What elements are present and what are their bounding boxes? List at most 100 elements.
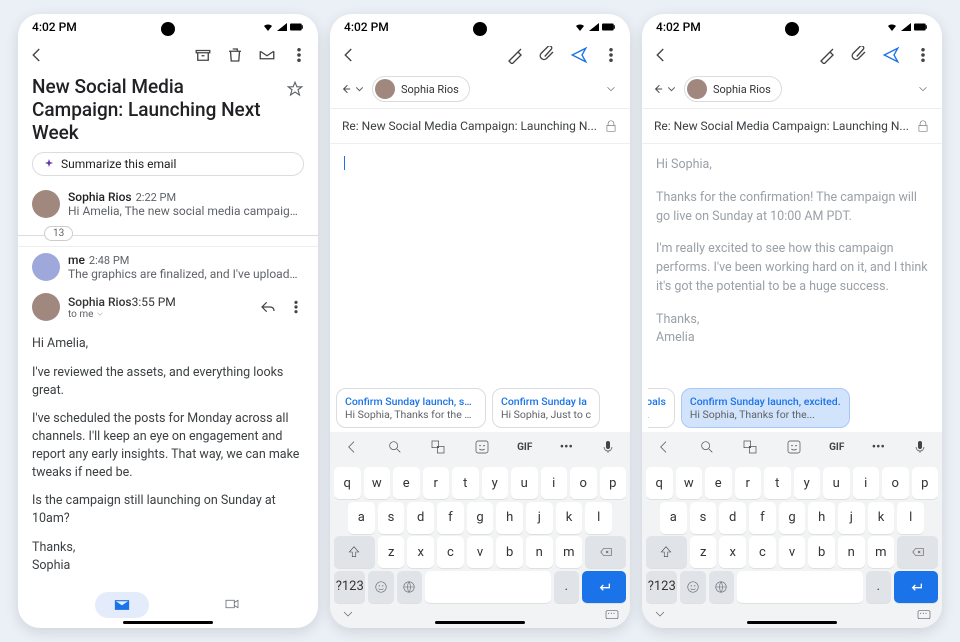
kb-more-button[interactable]: ••• (560, 440, 573, 455)
symbols-key[interactable]: ?123 (334, 571, 365, 603)
key-g[interactable]: g (467, 502, 494, 534)
enter-key[interactable] (894, 571, 938, 603)
meet-tab[interactable] (223, 595, 241, 616)
space-key[interactable] (737, 571, 863, 603)
smart-reply-suggestion[interactable]: y launch, ask goals o confirm, the... (648, 388, 675, 428)
emoji-key[interactable] (680, 571, 705, 603)
send-button[interactable] (882, 46, 900, 64)
chevron-down-icon[interactable] (340, 606, 356, 622)
key-z[interactable]: z (378, 536, 405, 568)
back-button[interactable] (652, 46, 670, 64)
mic-icon[interactable] (600, 439, 616, 455)
space-key[interactable] (425, 571, 551, 603)
recipients-row[interactable]: Sophia Rios (330, 70, 630, 109)
thread-item[interactable]: Sophia Rios2:22 PM Hi Amelia, The new so… (18, 184, 318, 224)
translate-icon[interactable] (742, 439, 758, 455)
symbols-key[interactable]: ?123 (646, 571, 677, 603)
key-b[interactable]: b (496, 536, 523, 568)
key-l[interactable]: l (585, 502, 612, 534)
message-more-button[interactable] (288, 299, 304, 315)
mic-icon[interactable] (912, 439, 928, 455)
key-l[interactable]: l (897, 502, 924, 534)
key-j[interactable]: j (526, 502, 553, 534)
key-r[interactable]: r (735, 467, 762, 499)
key-w[interactable]: w (676, 467, 703, 499)
period-key[interactable]: . (866, 571, 891, 603)
keyboard-icon[interactable] (916, 606, 932, 622)
globe-key[interactable] (397, 571, 422, 603)
key-g[interactable]: g (779, 502, 806, 534)
key-y[interactable]: y (482, 467, 509, 499)
sticker-icon[interactable] (786, 439, 802, 455)
key-a[interactable]: a (348, 502, 375, 534)
key-r[interactable]: r (423, 467, 450, 499)
home-indicator[interactable] (123, 621, 213, 624)
key-p[interactable]: p (912, 467, 939, 499)
key-u[interactable]: u (823, 467, 850, 499)
key-s[interactable]: s (378, 502, 405, 534)
key-t[interactable]: t (764, 467, 791, 499)
key-c[interactable]: c (749, 536, 776, 568)
key-w[interactable]: w (364, 467, 391, 499)
expand-recipients-icon[interactable] (604, 82, 618, 96)
shift-key[interactable] (646, 536, 687, 568)
key-u[interactable]: u (511, 467, 538, 499)
reply-type-button[interactable] (342, 80, 366, 98)
search-icon[interactable] (387, 439, 403, 455)
mail-tab[interactable] (95, 592, 149, 618)
chevron-down-icon[interactable] (652, 606, 668, 622)
key-x[interactable]: x (719, 536, 746, 568)
chevron-down-icon[interactable] (95, 309, 105, 319)
thread-item[interactable]: me2:48 PM The graphics are finalized, an… (18, 246, 318, 287)
smart-reply-suggestion-active[interactable]: Confirm Sunday launch, excited. Hi Sophi… (681, 388, 850, 428)
send-button[interactable] (570, 46, 588, 64)
key-i[interactable]: i (541, 467, 568, 499)
globe-key[interactable] (709, 571, 734, 603)
archive-button[interactable] (194, 46, 212, 64)
key-z[interactable]: z (690, 536, 717, 568)
backspace-key[interactable] (897, 536, 938, 568)
smart-reply-suggestion[interactable]: Confirm Sunday launch, sugge... Hi Sophi… (336, 388, 486, 428)
key-q[interactable]: q (334, 467, 361, 499)
key-v[interactable]: v (467, 536, 494, 568)
key-i[interactable]: i (853, 467, 880, 499)
search-icon[interactable] (699, 439, 715, 455)
translate-icon[interactable] (430, 439, 446, 455)
home-indicator[interactable] (747, 621, 837, 624)
key-c[interactable]: c (437, 536, 464, 568)
recipient-chip[interactable]: Sophia Rios (684, 76, 782, 102)
key-s[interactable]: s (690, 502, 717, 534)
key-t[interactable]: t (452, 467, 479, 499)
key-a[interactable]: a (660, 502, 687, 534)
key-o[interactable]: o (570, 467, 597, 499)
attach-button[interactable] (850, 46, 868, 64)
key-y[interactable]: y (794, 467, 821, 499)
reply-button[interactable] (260, 299, 276, 315)
key-v[interactable]: v (779, 536, 806, 568)
key-o[interactable]: o (882, 467, 909, 499)
key-e[interactable]: e (393, 467, 420, 499)
summarize-chip[interactable]: Summarize this email (32, 152, 304, 176)
compose-subject[interactable]: Re: New Social Media Campaign: Launching… (642, 109, 942, 144)
smart-reply-suggestion[interactable]: Confirm Sunday la Hi Sophia, Just to c (492, 388, 600, 428)
key-j[interactable]: j (838, 502, 865, 534)
recipient-chip[interactable]: Sophia Rios (372, 76, 470, 102)
key-n[interactable]: n (526, 536, 553, 568)
shift-key[interactable] (334, 536, 375, 568)
key-e[interactable]: e (705, 467, 732, 499)
home-indicator[interactable] (435, 621, 525, 624)
back-button[interactable] (28, 46, 46, 64)
key-m[interactable]: m (868, 536, 895, 568)
key-m[interactable]: m (556, 536, 583, 568)
more-button[interactable] (290, 46, 308, 64)
sticker-icon[interactable] (474, 439, 490, 455)
key-q[interactable]: q (646, 467, 673, 499)
backspace-key[interactable] (585, 536, 626, 568)
compose-subject[interactable]: Re: New Social Media Campaign: Launching… (330, 109, 630, 144)
key-p[interactable]: p (600, 467, 627, 499)
delete-button[interactable] (226, 46, 244, 64)
chevron-left-icon[interactable] (344, 439, 360, 455)
reply-type-button[interactable] (654, 80, 678, 98)
key-h[interactable]: h (496, 502, 523, 534)
key-n[interactable]: n (838, 536, 865, 568)
